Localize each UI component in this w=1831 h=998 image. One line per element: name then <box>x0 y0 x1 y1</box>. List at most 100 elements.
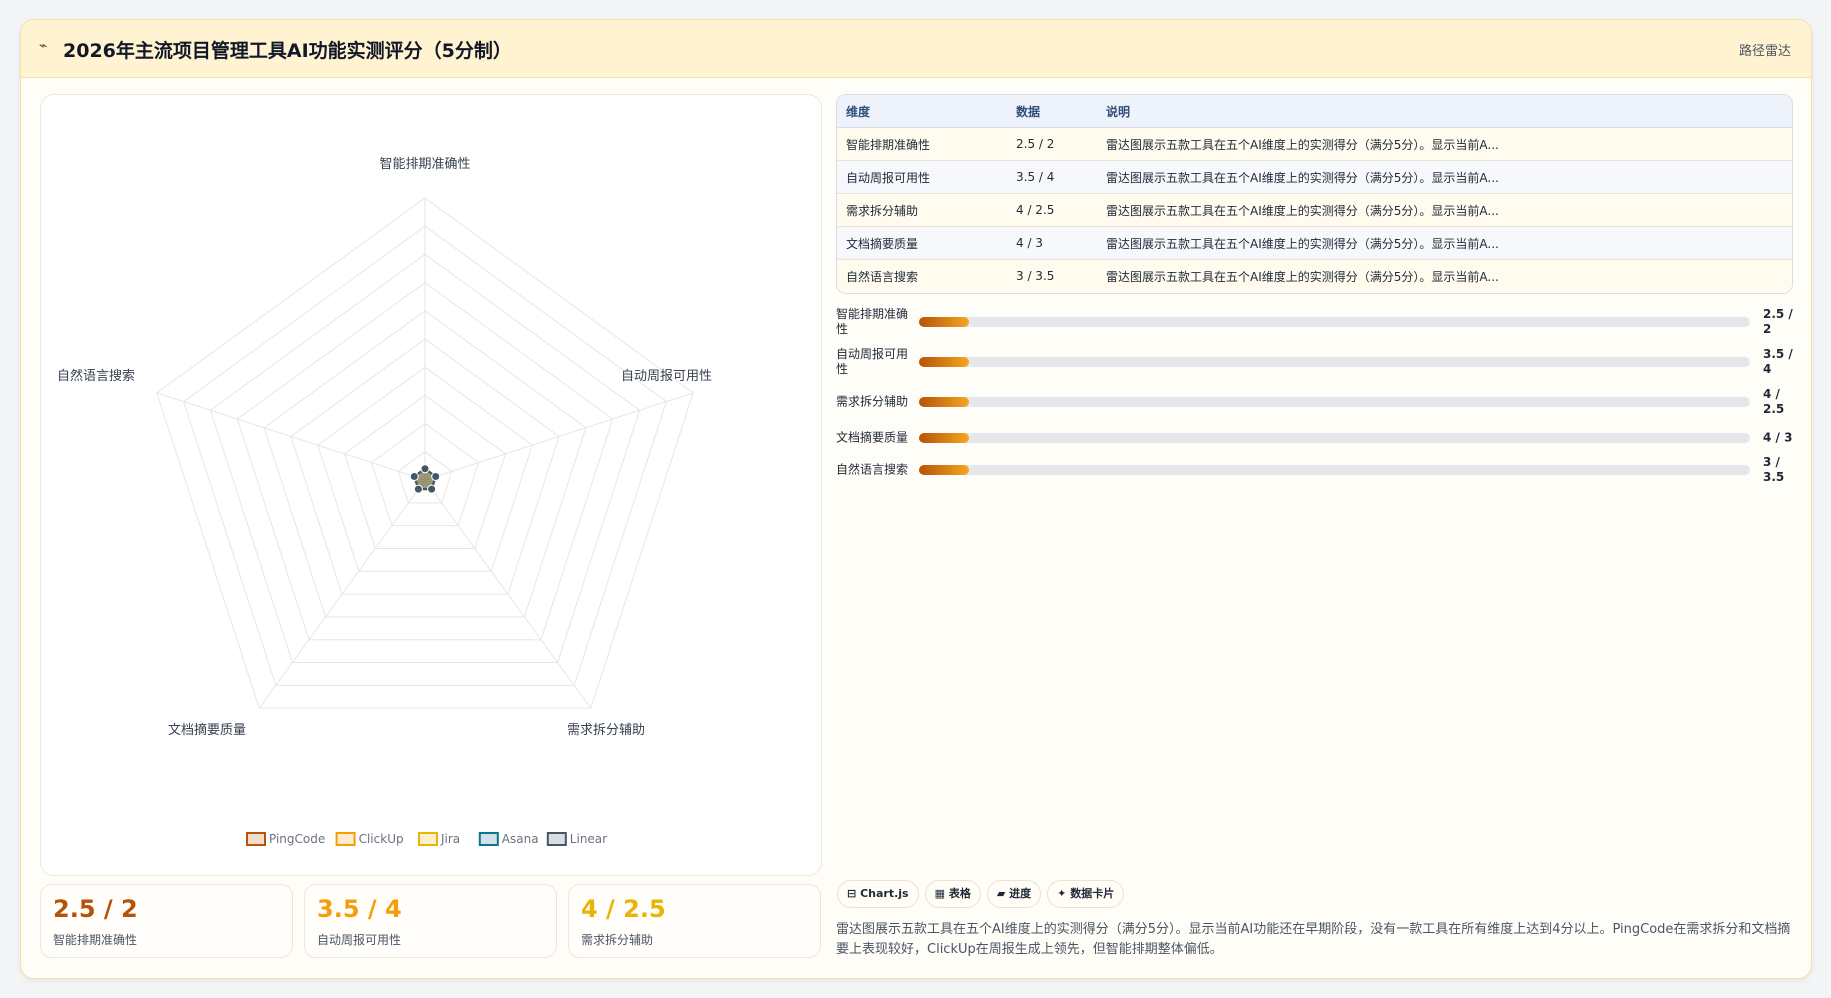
radar-axis-line <box>424 392 694 481</box>
table-row: 自动周报可用性 3.5 / 4 雷达图展示五款工具在五个AI维度上的实测得分（满… <box>837 160 1792 194</box>
radar-data-point <box>413 484 423 494</box>
legend-label: Asana <box>502 832 539 846</box>
kpi-label: 自动周报可用性 <box>317 933 402 947</box>
header: ⌁ 2026年主流项目管理工具AI功能实测评分（5分制） 路径雷达 <box>21 20 1811 78</box>
table-icon: ▦ <box>934 887 945 900</box>
progress-fill <box>919 317 969 327</box>
view-switcher: ⊟ Chart.js ▦ 表格 ▰ 进度 ✦ 数据卡片 <box>837 880 1130 908</box>
chip-table[interactable]: ▦ 表格 <box>924 880 981 908</box>
chart-logo-icon: ⌁ <box>39 38 48 54</box>
radar-chart-card: 智能排期准确性自动周报可用性需求拆分辅助 文档摘要质量 自然语言搜索 PingCode… <box>40 94 822 876</box>
cell-dimension: 自然语言搜索 <box>837 259 1007 292</box>
progress-row: 文档摘要质量 4 / 3 <box>836 422 1806 454</box>
radar-axis-label: 自动周报可用性 <box>621 369 712 384</box>
progress-label: 智能排期准确性 <box>836 307 909 336</box>
data-table-card: 维度 数据 说明 智能排期准确性 2.5 / 2 雷达图展示五款工具在五个AI维… <box>836 94 1793 294</box>
radar-data-point <box>409 472 419 482</box>
cell-data: 3.5 / 4 <box>1007 160 1097 194</box>
cell-note: 雷达图展示五款工具在五个AI维度上的实测得分（满分5分）。显示当前A... <box>1097 193 1792 227</box>
cell-dimension: 智能排期准确性 <box>837 127 1007 161</box>
chart-icon: ⊟ <box>847 887 857 900</box>
cell-note: 雷达图展示五款工具在五个AI维度上的实测得分（满分5分）。显示当前A... <box>1097 259 1792 292</box>
table-row: 文档摘要质量 4 / 3 雷达图展示五款工具在五个AI维度上的实测得分（满分5分… <box>837 226 1792 260</box>
chip-progress[interactable]: ▰ 进度 <box>986 880 1042 908</box>
progress-fill <box>919 433 969 443</box>
progress-fill <box>919 357 969 367</box>
table-row: 智能排期准确性 2.5 / 2 雷达图展示五款工具在五个AI维度上的实测得分（满… <box>837 127 1792 161</box>
kpi-value: 3.5 / 4 <box>317 895 402 923</box>
progress-value: 3 / 3.5 <box>1763 455 1785 484</box>
progress-value: 4 / 3 <box>1763 430 1793 445</box>
progress-fill <box>919 397 969 407</box>
column-header-dimension: 维度 <box>837 95 1007 128</box>
kpi-card-1: 2.5 / 2 智能排期准确性 <box>40 884 293 958</box>
progress-value: 3.5 / 4 <box>1763 347 1793 376</box>
progress-label: 需求拆分辅助 <box>836 394 909 409</box>
page-title: 2026年主流项目管理工具AI功能实测评分（5分制） <box>63 40 512 62</box>
column-header-data: 数据 <box>1007 95 1097 128</box>
cell-data: 2.5 / 2 <box>1007 127 1097 161</box>
table-row: 自然语言搜索 3 / 3.5 雷达图展示五款工具在五个AI维度上的实测得分（满分… <box>837 259 1792 292</box>
cell-data: 3 / 3.5 <box>1007 259 1097 292</box>
legend-swatch <box>418 832 438 846</box>
progress-list: 智能排期准确性 2.5 / 2 自动周报可用性 3.5 / 4 需求拆分辅助 4… <box>836 302 1806 486</box>
kpi-card-3: 4 / 2.5 需求拆分辅助 <box>568 884 821 958</box>
cell-dimension: 需求拆分辅助 <box>837 193 1007 227</box>
cell-note: 雷达图展示五款工具在五个AI维度上的实测得分（满分5分）。显示当前A... <box>1097 127 1792 161</box>
radar-axis-label: 文档摘要质量 <box>168 722 246 738</box>
progress-track <box>919 397 1750 407</box>
progress-row: 自动周报可用性 3.5 / 4 <box>836 342 1806 382</box>
cell-dimension: 自动周报可用性 <box>837 160 1007 194</box>
radar-data-point <box>427 484 437 494</box>
legend-label: ClickUp <box>359 832 404 846</box>
radar-axis-label: 自然语言搜索 <box>57 368 135 384</box>
table-row: 需求拆分辅助 4 / 2.5 雷达图展示五款工具在五个AI维度上的实测得分（满分… <box>837 193 1792 227</box>
table-header-row: 维度 数据 说明 <box>837 95 1792 128</box>
sparkle-icon: ✦ <box>1057 887 1067 900</box>
progress-track <box>919 317 1750 327</box>
kpi-value: 4 / 2.5 <box>581 895 666 923</box>
legend-swatch <box>546 832 567 846</box>
legend-label: Linear <box>570 832 607 846</box>
cell-note: 雷达图展示五款工具在五个AI维度上的实测得分（满分5分）。显示当前A... <box>1097 160 1792 194</box>
cell-note: 雷达图展示五款工具在五个AI维度上的实测得分（满分5分）。显示当前A... <box>1097 226 1792 260</box>
kpi-value: 2.5 / 2 <box>53 895 138 923</box>
legend-swatch <box>335 832 356 846</box>
progress-label: 自动周报可用性 <box>836 347 909 376</box>
legend-label: Jira <box>440 832 460 846</box>
legend-swatch <box>246 832 266 846</box>
cell-data: 4 / 3 <box>1007 226 1097 260</box>
radar-data-point <box>420 464 430 474</box>
progress-label: 自然语言搜索 <box>836 462 909 477</box>
progress-value: 2.5 / 2 <box>1763 307 1793 336</box>
kpi-card-2: 3.5 / 4 自动周报可用性 <box>304 884 557 958</box>
progress-row: 需求拆分辅助 4 / 2.5 <box>836 382 1806 422</box>
radar-axis-label: 智能排期准确性 <box>379 157 470 172</box>
kpi-label: 智能排期准确性 <box>53 933 138 947</box>
chip-chartjs[interactable]: ⊟ Chart.js <box>837 880 919 908</box>
cell-dimension: 文档摘要质量 <box>837 226 1007 260</box>
progress-label: 文档摘要质量 <box>836 430 909 445</box>
progress-track <box>919 357 1750 367</box>
legend-swatch <box>478 832 499 846</box>
cell-data: 4 / 2.5 <box>1007 193 1097 227</box>
progress-row: 自然语言搜索 3 / 3.5 <box>836 454 1806 486</box>
column-header-note: 说明 <box>1097 95 1792 128</box>
progress-fill <box>919 465 969 475</box>
chart-mode-label[interactable]: 路径雷达 <box>1739 40 1791 59</box>
radar-data-point <box>431 472 441 482</box>
radar-chart: 智能排期准确性自动周报可用性需求拆分辅助 文档摘要质量 自然语言搜索 PingCode… <box>57 157 712 846</box>
chart-description: 雷达图展示五款工具在五个AI维度上的实测得分（满分5分）。显示当前AI功能还在早… <box>836 922 1791 957</box>
legend-label: PingCode <box>269 832 325 846</box>
progress-track <box>919 433 1750 443</box>
data-table: 维度 数据 说明 智能排期准确性 2.5 / 2 雷达图展示五款工具在五个AI维… <box>837 95 1792 292</box>
progress-value: 4 / 2.5 <box>1763 387 1785 416</box>
chip-data-cards[interactable]: ✦ 数据卡片 <box>1047 880 1125 908</box>
progress-track <box>919 465 1750 475</box>
dashboard-frame: ⌁ 2026年主流项目管理工具AI功能实测评分（5分制） 路径雷达 智能排期准确… <box>20 19 1812 979</box>
radar-axis-line <box>156 392 426 481</box>
radar-axis-label: 需求拆分辅助 <box>567 723 645 738</box>
progress-row: 智能排期准确性 2.5 / 2 <box>836 302 1806 342</box>
progress-icon: ▰ <box>996 887 1006 900</box>
kpi-label: 需求拆分辅助 <box>581 933 654 947</box>
